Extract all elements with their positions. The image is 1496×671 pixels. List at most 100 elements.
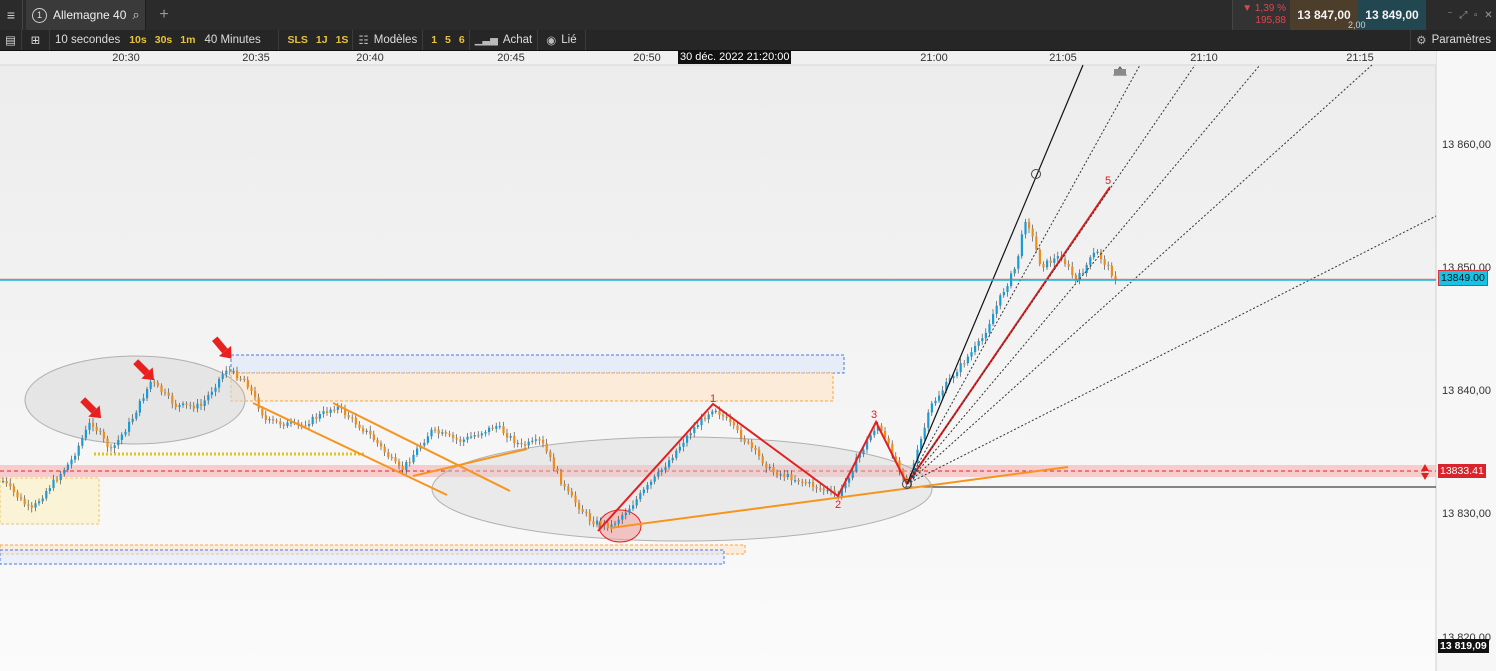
search-icon[interactable]: ⌕ [132,7,139,23]
candle [390,457,393,459]
candle [786,474,789,477]
candle [232,370,235,372]
resistance-zone-orange[interactable] [230,372,834,402]
candle [761,456,764,464]
candle [596,520,599,525]
candle [214,387,217,392]
candle [581,509,584,512]
candle [938,395,941,401]
chart-toolbar: ▤ ⊞ 10 secondes 10s 30s 1m 40 Minutes SL… [0,30,1496,51]
candle [992,314,995,324]
candle [804,481,807,484]
candle [560,470,563,484]
candle [207,394,210,401]
candle [30,505,33,508]
resistance-zone-blue[interactable] [230,354,845,374]
time-label: 20:50 [633,52,661,64]
candle [534,439,537,441]
candle [135,412,138,419]
candle [153,381,156,383]
models-button[interactable]: ☷ Modèles [353,30,424,50]
buy-button[interactable]: ▁▃▅ Achat [470,30,539,50]
price-chart[interactable]: 20:30 20:35 20:40 20:45 20:50 21:00 21:0… [0,51,1496,671]
candle [934,400,937,404]
range-select[interactable]: 40 Minutes [199,30,280,50]
candle [142,398,145,401]
candle [444,432,447,434]
buy-price-button[interactable]: 13 849,00 [1358,0,1426,30]
candle [754,447,757,450]
interval-30s-button[interactable]: 30s [151,30,177,50]
candle [315,416,318,419]
interval-1m-button[interactable]: 1m [176,30,199,50]
candle [146,388,149,399]
candle [495,426,498,429]
wave-label: 5 [1105,175,1111,187]
highlight-ellipse[interactable] [24,355,246,445]
candle [362,428,365,432]
candle [192,405,195,409]
candle [52,479,55,489]
candle [578,502,581,510]
buy-label: Achat [502,34,533,46]
gear-icon: ⚙ [1416,35,1427,47]
candle [1031,228,1034,237]
demand-zone-blue[interactable] [0,549,725,565]
buy-chart-icon: ▁▃▅ [474,34,498,46]
candle [74,455,77,460]
linked-button[interactable]: ◉ Lié [538,30,586,50]
candle [657,471,660,477]
model-5-button[interactable]: 5 [441,30,455,50]
candle [178,405,181,408]
candle [941,390,944,396]
add-tab-icon[interactable]: + [154,0,174,30]
candle [689,433,692,436]
restore-icon[interactable]: ▫ [1474,10,1478,21]
candle [23,498,26,505]
range-sls-button[interactable]: SLS [279,30,311,50]
interval-10s-button[interactable]: 10s [125,30,151,50]
candle [416,448,419,455]
candle [1053,258,1056,263]
candle [513,436,516,443]
candle [358,424,361,429]
candle [1056,256,1059,259]
expand-icon[interactable]: ⤢ [1459,10,1467,21]
model-1-button[interactable]: 1 [423,30,441,50]
menu-icon[interactable]: ≡ [0,0,23,30]
candle [455,437,458,440]
list-view-icon[interactable]: ▤ [0,30,22,50]
candle [106,438,109,448]
candle [491,427,494,429]
instrument-tab[interactable]: 1 Allemagne 40 ⌕ [26,0,146,30]
candle [747,441,750,443]
candle [765,463,768,469]
candle [995,305,998,315]
candle [527,441,530,446]
candle [632,505,635,509]
layout-grid-icon[interactable]: ⊞ [22,30,50,50]
range-1j-button[interactable]: 1J [312,30,332,50]
models-icon: ☷ [358,35,369,47]
settings-button[interactable]: ⚙ Paramètres [1410,30,1496,50]
model-6-button[interactable]: 6 [455,30,470,50]
candle [740,429,743,439]
candle [621,515,624,520]
candle [714,410,717,412]
close-icon[interactable]: ✕ [1484,10,1492,21]
interval-select[interactable]: 10 secondes [50,30,125,50]
support-zone[interactable] [0,477,100,525]
settings-label: Paramètres [1431,34,1491,46]
candle [102,431,105,439]
candle [668,460,671,468]
candle [92,422,95,427]
candle [981,338,984,341]
candle [77,445,80,456]
range-1s-button[interactable]: 1S [332,30,354,50]
candle [801,481,804,483]
candle [570,491,573,496]
candle [452,434,455,438]
minimize-icon[interactable]: ⁻ [1447,10,1452,21]
candle [189,404,192,407]
chart-canvas[interactable]: 20:30 20:35 20:40 20:45 20:50 21:00 21:0… [0,51,1496,671]
